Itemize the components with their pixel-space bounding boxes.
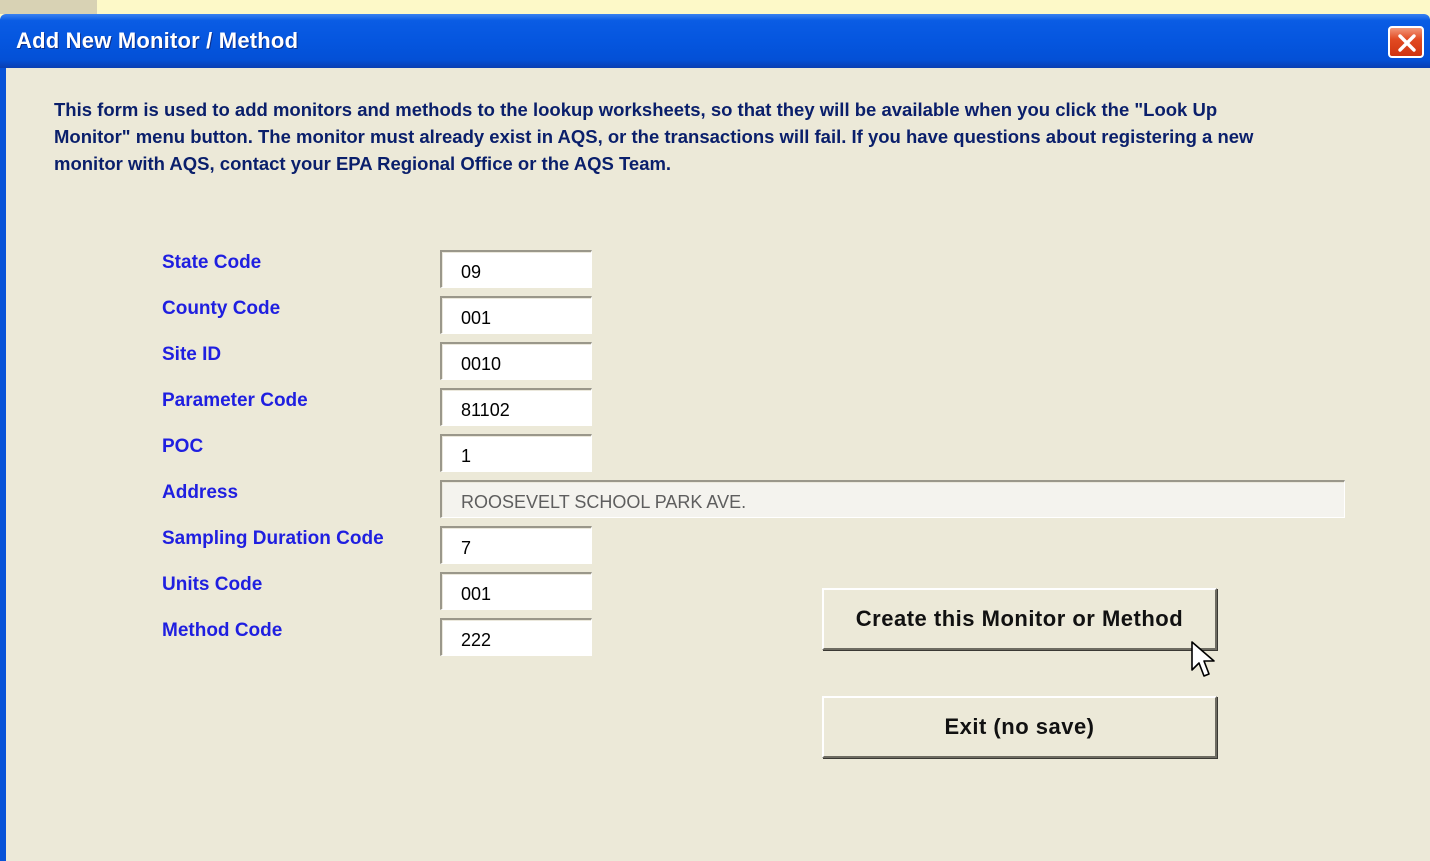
mouse-pointer-icon [1191, 641, 1215, 677]
spreadsheet-corner-cell [0, 0, 98, 14]
address-field[interactable]: ROOSEVELT SCHOOL PARK AVE. [440, 480, 1345, 518]
county-code-label: County Code [162, 298, 281, 319]
site-id-field[interactable]: 0010 [440, 342, 592, 380]
close-button[interactable] [1388, 26, 1424, 58]
sampling-duration-code-label: Sampling Duration Code [162, 528, 384, 549]
method-code-field[interactable]: 222 [440, 618, 592, 656]
close-icon [1398, 34, 1416, 52]
dialog-title: Add New Monitor / Method [16, 28, 299, 53]
exit-button[interactable]: Exit (no save) [822, 696, 1217, 758]
state-code-field[interactable]: 09 [440, 250, 592, 288]
parameter-code-label: Parameter Code [162, 390, 308, 411]
method-code-label: Method Code [162, 620, 283, 641]
site-id-label: Site ID [162, 344, 222, 365]
parameter-code-field[interactable]: 81102 [440, 388, 592, 426]
poc-label: POC [162, 436, 204, 457]
dialog-body: This form is used to add monitors and me… [6, 68, 1430, 861]
intro-text: This form is used to add monitors and me… [54, 99, 1254, 174]
title-bar[interactable]: Add New Monitor / Method [0, 14, 1430, 68]
units-code-label: Units Code [162, 574, 263, 595]
county-code-field[interactable]: 001 [440, 296, 592, 334]
add-monitor-dialog: Add New Monitor / Method This form is us… [0, 14, 1430, 861]
units-code-field[interactable]: 001 [440, 572, 592, 610]
create-monitor-button[interactable]: Create this Monitor or Method [822, 588, 1217, 650]
state-code-label: State Code [162, 252, 262, 273]
poc-field[interactable]: 1 [440, 434, 592, 472]
sampling-duration-code-field[interactable]: 7 [440, 526, 592, 564]
address-label: Address [162, 482, 239, 503]
spreadsheet-background [97, 0, 1430, 14]
